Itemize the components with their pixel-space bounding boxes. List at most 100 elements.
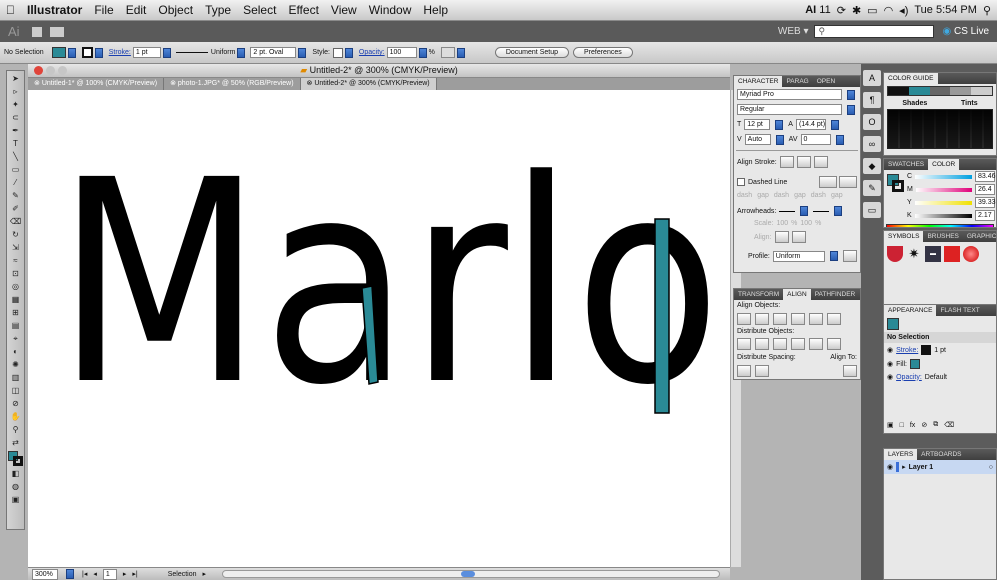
cyan-slider[interactable] <box>915 174 972 179</box>
volume-icon[interactable]: ◂) <box>899 4 908 17</box>
graphic-styles-panel-icon[interactable]: ◆ <box>863 158 881 174</box>
align-to-button[interactable] <box>843 365 857 377</box>
menu-type[interactable]: Type <box>199 3 237 17</box>
arrowhead-start-dropdown[interactable] <box>800 206 809 216</box>
add-effect-icon[interactable]: fx <box>910 422 915 429</box>
symbol-sprayer-tool-icon[interactable]: ✺ <box>9 360 22 370</box>
align-top-button[interactable] <box>791 313 805 325</box>
mesh-tool-icon[interactable]: ⊞ <box>9 308 22 318</box>
tab-appearance[interactable]: APPEARANCE <box>884 305 937 316</box>
arrowhead-end-field[interactable] <box>813 210 830 212</box>
menu-edit[interactable]: Edit <box>120 3 153 17</box>
align-left-button[interactable] <box>737 313 751 325</box>
dist-left-button[interactable] <box>791 338 805 350</box>
brush-dropdown[interactable] <box>298 47 307 58</box>
color-fill-stroke[interactable] <box>884 170 906 210</box>
clear-appearance-icon[interactable]: ⊘ <box>921 421 927 429</box>
rotate-tool-icon[interactable]: ↻ <box>9 230 22 240</box>
align-right-button[interactable] <box>773 313 787 325</box>
first-artboard-icon[interactable]: |◂ <box>82 570 87 578</box>
visibility-eye-icon[interactable]: ◉ <box>887 360 893 368</box>
line-tool-icon[interactable]: ╲ <box>9 152 22 162</box>
menu-object[interactable]: Object <box>152 3 199 17</box>
leading-dropdown[interactable] <box>830 119 839 130</box>
swap-fill-stroke-icon[interactable]: ⇄ <box>9 438 22 448</box>
battery-icon[interactable]: ▭ <box>867 4 877 17</box>
paragraph-panel-icon[interactable]: ¶ <box>863 92 881 108</box>
type-tool-icon[interactable]: T <box>9 139 22 149</box>
tab-layers[interactable]: LAYERS <box>884 449 918 460</box>
arrow-align-tip-button[interactable] <box>774 231 789 243</box>
tab-photo-1[interactable]: ⊗ photo-1.JPG* @ 50% (RGB/Preview) <box>164 78 301 90</box>
font-family-dropdown[interactable] <box>847 89 855 100</box>
tab-graphic-styles[interactable]: GRAPHIC STYLE <box>963 231 996 242</box>
navigator-panel-icon[interactable]: ▭ <box>863 202 881 218</box>
opentype-panel-icon[interactable]: O <box>863 114 881 130</box>
eraser-tool-icon[interactable]: ⌫ <box>9 217 22 227</box>
ai-badge-icon[interactable]: AI 11 <box>805 4 830 16</box>
marlo-text[interactable]: Marlo <box>56 121 721 447</box>
stroke-link[interactable]: Stroke: <box>109 49 131 56</box>
black-field[interactable]: 2.17 <box>975 210 995 221</box>
visibility-eye-icon[interactable]: ◉ <box>887 373 893 381</box>
fill-stroke-widget[interactable] <box>8 451 23 466</box>
stroke-swatch[interactable] <box>81 47 93 58</box>
flip-along-button[interactable] <box>842 250 857 262</box>
preferences-button[interactable]: Preferences <box>573 47 633 58</box>
artboard-tool-icon[interactable]: ◫ <box>9 386 22 396</box>
align-bottom-button[interactable] <box>827 313 841 325</box>
appearance-stroke-swatch[interactable] <box>921 345 932 355</box>
stroke-profile-field[interactable]: Uniform <box>772 250 825 262</box>
delete-item-icon[interactable]: ⌫ <box>944 421 954 429</box>
blend-tool-icon[interactable]: ◐ <box>9 347 22 357</box>
cyan-field[interactable]: 83.46 <box>975 171 996 182</box>
symbol-ball-icon[interactable] <box>963 246 979 262</box>
free-transform-tool-icon[interactable]: ⊡ <box>9 269 22 279</box>
tab-paragraph[interactable]: PARAG <box>782 76 812 87</box>
links-panel-icon[interactable]: ∞ <box>863 136 881 152</box>
blob-brush-tool-icon[interactable]: ✐ <box>9 204 22 214</box>
zoom-window-icon[interactable] <box>58 66 67 75</box>
layer-target-icon[interactable]: ○ <box>989 464 993 471</box>
status-arrow-icon[interactable]: ▸ <box>203 570 207 578</box>
font-size-field[interactable]: 12 pt <box>744 119 771 130</box>
symbol-banner-icon[interactable]: ▬ <box>925 246 941 262</box>
lasso-tool-icon[interactable]: ⊂ <box>9 113 22 123</box>
color-spectrum[interactable] <box>886 224 994 227</box>
tab-flash-text[interactable]: FLASH TEXT <box>936 305 983 316</box>
align-vcenter-button[interactable] <box>809 313 823 325</box>
space-vertical-button[interactable] <box>737 365 751 377</box>
black-slider[interactable] <box>914 213 972 218</box>
tab-color[interactable]: COLOR <box>928 159 960 170</box>
visibility-eye-icon[interactable]: ◉ <box>887 346 893 354</box>
screen-mode-icon[interactable]: ▣ <box>9 495 22 505</box>
symbol-flower-icon[interactable] <box>944 246 960 262</box>
font-style-field[interactable]: Regular <box>737 104 843 115</box>
dash-gap-fields[interactable]: dash gap dash gap dash gap <box>734 190 860 201</box>
draw-mode-icon[interactable]: ◍ <box>9 482 22 492</box>
warp-tool-icon[interactable]: ≈ <box>9 256 22 266</box>
fill-dropdown[interactable] <box>67 47 76 58</box>
menu-select[interactable]: Select <box>237 3 282 17</box>
document-setup-button[interactable]: Document Setup <box>494 47 569 58</box>
dist-vcenter-button[interactable] <box>755 338 769 350</box>
dist-hcenter-button[interactable] <box>809 338 823 350</box>
next-artboard-icon[interactable]: ▸ <box>123 570 127 578</box>
scale-tool-icon[interactable]: ⇲ <box>9 243 22 253</box>
dist-right-button[interactable] <box>827 338 841 350</box>
arrow-align-end-button[interactable] <box>791 231 806 243</box>
slice-tool-icon[interactable]: ⊘ <box>9 399 22 409</box>
bluetooth-icon[interactable]: ✱ <box>852 4 861 17</box>
tab-untitled-1[interactable]: ⊗ Untitled-1* @ 100% (CMYK/Preview) <box>28 78 165 90</box>
menu-illustrator[interactable]: Illustrator <box>21 3 88 17</box>
menu-help[interactable]: Help <box>417 3 454 17</box>
tracking-field[interactable]: 0 <box>800 134 831 145</box>
wifi-icon[interactable]: ◠ <box>884 4 894 17</box>
appearance-stroke-link[interactable]: Stroke: <box>896 347 918 354</box>
cs-live[interactable]: ◉ CS Live <box>942 26 997 37</box>
align-stroke-outside-button[interactable] <box>813 156 828 168</box>
horizontal-scrollbar[interactable] <box>222 570 720 578</box>
scale-end-field[interactable]: 100 <box>800 220 812 227</box>
arrowhead-start-field[interactable] <box>779 210 796 212</box>
status-tool[interactable]: Selection <box>168 571 197 578</box>
